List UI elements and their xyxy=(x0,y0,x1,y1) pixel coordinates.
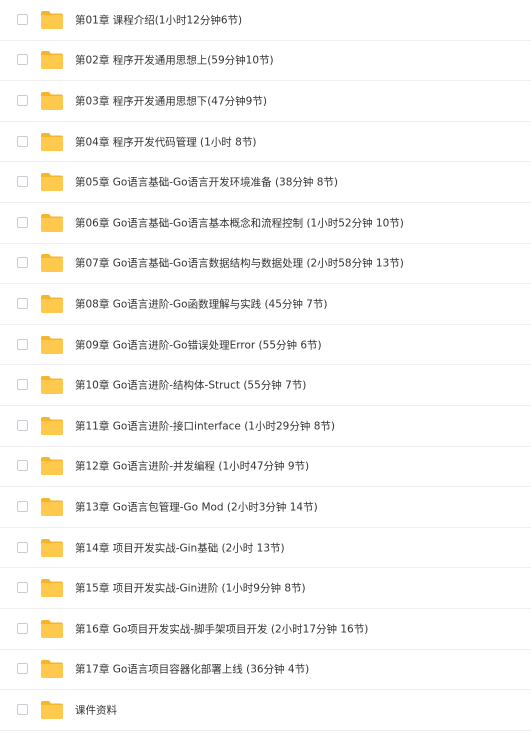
select-checkbox[interactable] xyxy=(17,13,28,25)
select-checkbox[interactable] xyxy=(17,419,28,431)
select-checkbox[interactable] xyxy=(17,460,28,472)
select-checkbox[interactable] xyxy=(17,541,28,553)
folder-icon xyxy=(40,294,64,314)
list-item[interactable]: 课件资料 xyxy=(0,690,531,731)
list-item[interactable]: 第07章 Go语言基础-Go语言数据结构与数据处理 (2小时58分钟 13节) xyxy=(0,243,531,285)
select-checkbox[interactable] xyxy=(17,703,28,715)
list-item[interactable]: 第08章 Go语言进阶-Go函数理解与实践 (45分钟 7节) xyxy=(0,284,531,325)
select-checkbox[interactable] xyxy=(17,663,28,675)
list-item[interactable]: 第16章 Go项目开发实战-脚手架项目开发 (2小时17分钟 16节) xyxy=(0,608,531,650)
list-item[interactable]: 第14章 项目开发实战-Gin基础 (2小时 13节) xyxy=(0,527,531,569)
folder-icon xyxy=(40,335,64,355)
folder-icon xyxy=(40,416,64,436)
list-item[interactable]: 第09章 Go语言进阶-Go错误处理Error (55分钟 6节) xyxy=(0,324,531,366)
select-checkbox[interactable] xyxy=(17,216,28,228)
folder-name[interactable]: 第01章 课程介绍(1小时12分钟6节) xyxy=(75,12,242,27)
select-checkbox[interactable] xyxy=(17,379,28,391)
select-checkbox[interactable] xyxy=(17,622,28,634)
folder-name[interactable]: 第10章 Go语言进阶-结构体-Struct (55分钟 7节) xyxy=(75,378,306,393)
list-item[interactable]: 第10章 Go语言进阶-结构体-Struct (55分钟 7节) xyxy=(0,365,531,406)
folder-name[interactable]: 第16章 Go项目开发实战-脚手架项目开发 (2小时17分钟 16节) xyxy=(75,621,368,636)
folder-icon xyxy=(40,538,64,558)
select-checkbox[interactable] xyxy=(17,338,28,350)
folder-icon xyxy=(40,578,64,598)
folder-icon xyxy=(40,50,64,70)
list-item[interactable]: 第17章 Go语言项目容器化部署上线 (36分钟 4节) xyxy=(0,649,531,691)
folder-name[interactable]: 第17章 Go语言项目容器化部署上线 (36分钟 4节) xyxy=(75,662,309,677)
select-checkbox[interactable] xyxy=(17,582,28,594)
list-item[interactable]: 第15章 项目开发实战-Gin进阶 (1小时9分钟 8节) xyxy=(0,568,531,609)
list-item[interactable]: 第01章 课程介绍(1小时12分钟6节) xyxy=(0,0,531,41)
folder-name[interactable]: 第06章 Go语言基础-Go语言基本概念和流程控制 (1小时52分钟 10节) xyxy=(75,215,404,230)
select-checkbox[interactable] xyxy=(17,54,28,66)
folder-name[interactable]: 第13章 Go语言包管理-Go Mod (2小时3分钟 14节) xyxy=(75,499,318,514)
folder-name[interactable]: 课件资料 xyxy=(75,702,117,717)
folder-name[interactable]: 第07章 Go语言基础-Go语言数据结构与数据处理 (2小时58分钟 13节) xyxy=(75,256,404,271)
folder-icon xyxy=(40,132,64,152)
folder-icon xyxy=(40,91,64,111)
select-checkbox[interactable] xyxy=(17,500,28,512)
select-checkbox[interactable] xyxy=(17,176,28,188)
file-list: 第01章 课程介绍(1小时12分钟6节) 第02章 程序开发通用思想上(59分钟1… xyxy=(0,0,531,731)
list-item[interactable]: 第05章 Go语言基础-Go语言开发环境准备 (38分钟 8节) xyxy=(0,162,531,203)
list-item[interactable]: 第11章 Go语言进阶-接口interface (1小时29分钟 8节) xyxy=(0,405,531,447)
folder-name[interactable]: 第08章 Go语言进阶-Go函数理解与实践 (45分钟 7节) xyxy=(75,296,328,311)
select-checkbox[interactable] xyxy=(17,257,28,269)
folder-icon xyxy=(40,456,64,476)
folder-name[interactable]: 第14章 项目开发实战-Gin基础 (2小时 13节) xyxy=(75,540,285,555)
folder-icon xyxy=(40,172,64,192)
folder-name[interactable]: 第11章 Go语言进阶-接口interface (1小时29分钟 8节) xyxy=(75,418,335,433)
list-item[interactable]: 第03章 程序开发通用思想下(47分钟9节) xyxy=(0,81,531,122)
folder-icon xyxy=(40,619,64,639)
list-item[interactable]: 第12章 Go语言进阶-并发编程 (1小时47分钟 9节) xyxy=(0,446,531,488)
folder-icon xyxy=(40,213,64,233)
list-item[interactable]: 第13章 Go语言包管理-Go Mod (2小时3分钟 14节) xyxy=(0,487,531,528)
list-item[interactable]: 第06章 Go语言基础-Go语言基本概念和流程控制 (1小时52分钟 10节) xyxy=(0,202,531,244)
folder-icon xyxy=(40,10,64,30)
folder-icon xyxy=(40,375,64,395)
list-item[interactable]: 第04章 程序开发代码管理 (1小时 8节) xyxy=(0,121,531,163)
folder-name[interactable]: 第03章 程序开发通用思想下(47分钟9节) xyxy=(75,93,267,108)
select-checkbox[interactable] xyxy=(17,297,28,309)
folder-name[interactable]: 第15章 项目开发实战-Gin进阶 (1小时9分钟 8节) xyxy=(75,581,306,596)
folder-icon xyxy=(40,253,64,273)
folder-icon xyxy=(40,497,64,517)
folder-name[interactable]: 第05章 Go语言基础-Go语言开发环境准备 (38分钟 8节) xyxy=(75,175,338,190)
folder-icon xyxy=(40,659,64,679)
list-item[interactable]: 第02章 程序开发通用思想上(59分钟10节) xyxy=(0,40,531,82)
folder-name[interactable]: 第02章 程序开发通用思想上(59分钟10节) xyxy=(75,53,274,68)
folder-name[interactable]: 第09章 Go语言进阶-Go错误处理Error (55分钟 6节) xyxy=(75,337,322,352)
folder-name[interactable]: 第04章 程序开发代码管理 (1小时 8节) xyxy=(75,134,256,149)
select-checkbox[interactable] xyxy=(17,94,28,106)
select-checkbox[interactable] xyxy=(17,135,28,147)
folder-name[interactable]: 第12章 Go语言进阶-并发编程 (1小时47分钟 9节) xyxy=(75,459,309,474)
folder-icon xyxy=(40,700,64,720)
